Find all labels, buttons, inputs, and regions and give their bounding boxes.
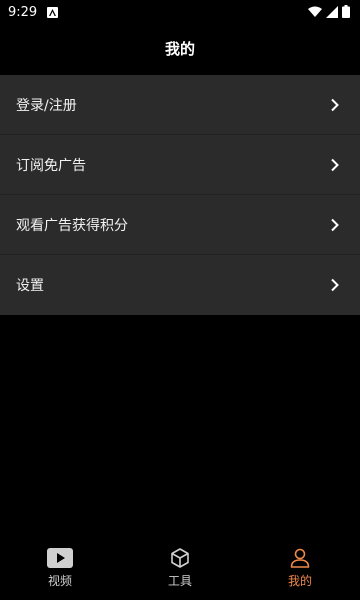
tab-mine[interactable]: 我的 (240, 538, 360, 600)
notification-app-icon (47, 6, 59, 18)
tab-tools[interactable]: 工具 (120, 538, 240, 600)
bottom-tab-bar: 视频 工具 我的 (0, 538, 360, 600)
chevron-right-icon (330, 218, 340, 232)
wifi-icon (308, 3, 322, 22)
menu-item-watch-ads[interactable]: 观看广告获得积分 (0, 195, 360, 255)
page-title: 我的 (164, 40, 195, 58)
tab-label: 工具 (167, 574, 192, 588)
menu-item-label: 设置 (16, 278, 44, 294)
menu-item-label: 观看广告获得积分 (16, 217, 128, 234)
cube-icon (169, 546, 191, 570)
battery-icon (342, 3, 350, 22)
signal-icon (326, 3, 338, 22)
menu-item-subscribe[interactable]: 订阅免广告 (0, 135, 360, 195)
video-play-icon (47, 546, 73, 570)
menu-item-settings[interactable]: 设置 (0, 255, 360, 315)
status-bar: 9:29 (0, 0, 360, 24)
chevron-right-icon (330, 98, 340, 112)
menu-item-label: 订阅免广告 (16, 157, 86, 174)
status-time: 9:29 (8, 4, 38, 20)
tab-video[interactable]: 视频 (0, 538, 120, 600)
user-icon (289, 546, 311, 570)
tab-label: 视频 (47, 574, 72, 588)
tab-label: 我的 (287, 574, 312, 588)
menu-item-login[interactable]: 登录/注册 (0, 75, 360, 135)
settings-menu: 登录/注册 订阅免广告 观看广告获得积分 设置 (0, 75, 360, 315)
chevron-right-icon (330, 158, 340, 172)
menu-item-label: 登录/注册 (16, 97, 77, 114)
chevron-right-icon (330, 278, 340, 292)
